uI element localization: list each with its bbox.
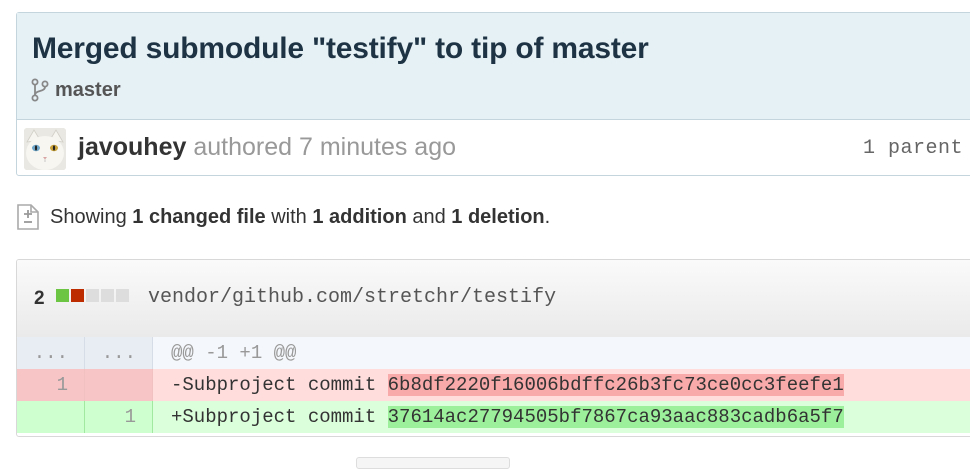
parent-count: 1 parent <box>862 137 963 160</box>
branch-name[interactable]: master <box>55 79 121 102</box>
new-line-number[interactable]: 1 <box>85 401 153 433</box>
summary-files-link[interactable]: 1 changed file <box>132 206 265 228</box>
partial-button-stub[interactable] <box>356 457 510 469</box>
diffstat-bar <box>56 289 131 302</box>
expand-old-line[interactable]: ... <box>17 337 85 369</box>
diff-table: ... ... @@ -1 +1 @@ 1 -Subproject commit… <box>17 337 970 433</box>
summary-prefix: Showing <box>50 205 133 228</box>
summary-suffix: . <box>544 205 551 228</box>
added-line-row: 1 +Subproject commit 37614ac27794505bf78… <box>17 401 970 433</box>
summary-deletions: 1 deletion <box>451 205 545 228</box>
commit-header: Merged submodule "testify" to tip of mas… <box>16 12 970 176</box>
avatar[interactable] <box>24 128 66 170</box>
branch-icon <box>31 78 49 102</box>
file-path[interactable]: vendor/github.com/stretchr/testify <box>148 286 556 309</box>
diffstat-block-neutral <box>101 289 114 302</box>
file-diff-icon <box>17 204 39 230</box>
old-line-number[interactable]: 1 <box>17 369 85 401</box>
old-line-number[interactable] <box>17 401 85 433</box>
authored-time: authored 7 minutes ago <box>193 133 457 161</box>
summary-mid2: and <box>406 205 452 228</box>
new-line-number[interactable] <box>85 369 153 401</box>
hunk-header-row: ... ... @@ -1 +1 @@ <box>17 337 970 369</box>
expand-new-line[interactable]: ... <box>85 337 153 369</box>
diffstat-block-neutral <box>86 289 99 302</box>
author-line: javouhey authored 7 minutes ago <box>78 133 456 162</box>
diffstat-block-addition <box>56 289 69 302</box>
added-line-prefix: +Subproject commit <box>171 406 388 428</box>
added-commit-hash: 37614ac27794505bf7867ca93aac883cadb6a5f7 <box>387 406 844 428</box>
file-header: 2 vendor/github.com/stretchr/testify <box>17 260 970 338</box>
avatar-cat-icon <box>24 128 66 170</box>
summary-text: Showing 1 changed file with 1 addition a… <box>50 206 550 229</box>
commit-meta: javouhey authored 7 minutes ago 1 parent <box>17 119 970 177</box>
file-diff: 2 vendor/github.com/stretchr/testify ...… <box>16 259 970 437</box>
deleted-line-code: -Subproject commit 6b8df2220f16006bdffc2… <box>153 369 970 401</box>
deleted-commit-hash: 6b8df2220f16006bdffc26b3fc73ce0cc3feefe1 <box>387 374 844 396</box>
author-name[interactable]: javouhey <box>78 133 186 161</box>
commit-title: Merged submodule "testify" to tip of mas… <box>32 32 649 65</box>
hunk-header: @@ -1 +1 @@ <box>171 342 297 364</box>
deleted-line-row: 1 -Subproject commit 6b8df2220f16006bdff… <box>17 369 970 401</box>
branch-indicator[interactable]: master <box>31 77 121 103</box>
diffstat-block-neutral <box>116 289 129 302</box>
change-count: 2 <box>34 288 45 309</box>
deleted-line-prefix: -Subproject commit <box>171 374 388 396</box>
diffstat-block-deletion <box>71 289 84 302</box>
added-line-code: +Subproject commit 37614ac27794505bf7867… <box>153 401 970 433</box>
diff-summary: Showing 1 changed file with 1 addition a… <box>16 203 550 231</box>
commit-title-area: Merged submodule "testify" to tip of mas… <box>17 13 970 120</box>
summary-additions: 1 addition <box>312 205 407 228</box>
summary-mid1: with <box>265 205 313 228</box>
